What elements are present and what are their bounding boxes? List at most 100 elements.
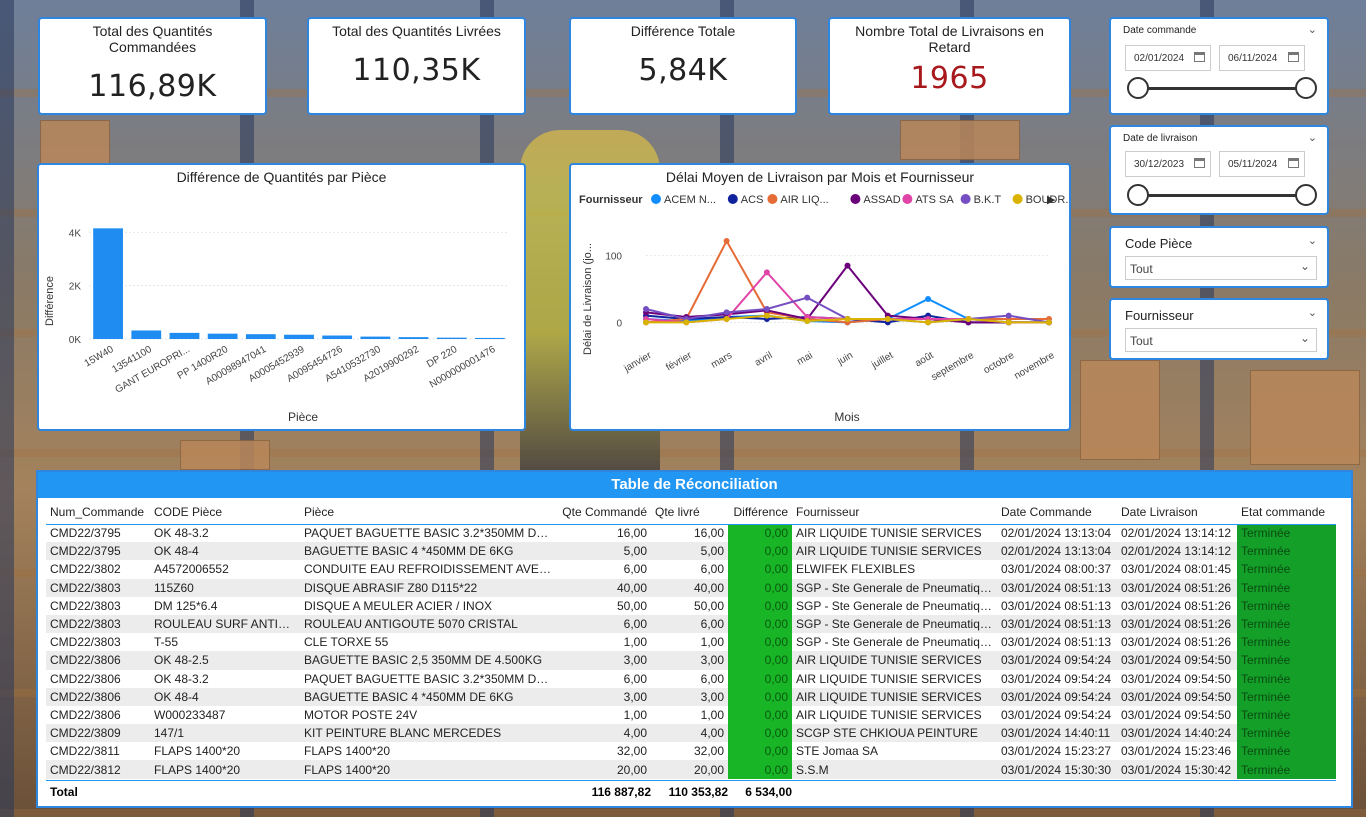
- date-slider-start-handle[interactable]: [1127, 77, 1149, 99]
- table-cell: 03/01/2024 08:51:26: [1117, 614, 1237, 634]
- table-cell: 5,00: [555, 542, 651, 561]
- table-cell: ELWIFEK FLEXIBLES: [796, 562, 916, 577]
- x-tick-label: N000000001476: [428, 344, 498, 391]
- column-header[interactable]: Etat commande: [1237, 500, 1336, 525]
- table-row[interactable]: CMD22/3803 DM 125*6.4 DISQUE A MEULER ACIE…: [46, 596, 1336, 615]
- reconciliation-table: Num_Commande CODE Pièce Pièce Qte Comman…: [46, 500, 1336, 779]
- table-cell: CMD22/3811: [50, 744, 120, 759]
- table-cell: Terminée: [1237, 560, 1336, 579]
- table-cell: CLE TORXE 55: [304, 635, 389, 650]
- data-point: [804, 318, 811, 324]
- legend-item: B.K.T: [974, 194, 1002, 206]
- table-row[interactable]: CMD22/3795 OK 48-4 BAGUETTE BASIC 4 *450MM…: [46, 542, 1336, 561]
- date-slider-start-handle[interactable]: [1127, 184, 1149, 206]
- table-cell: 6,00: [623, 562, 647, 577]
- legend-marker: [651, 194, 661, 204]
- y-tick-label: 4K: [69, 228, 82, 239]
- data-point: [643, 306, 649, 312]
- data-point: [723, 309, 730, 316]
- column-header[interactable]: Différence: [728, 500, 792, 525]
- date-slider-end-handle[interactable]: [1295, 77, 1317, 99]
- dropdown-value: Tout: [1130, 262, 1153, 276]
- chevron-down-icon[interactable]: ⌄: [1300, 331, 1310, 345]
- chevron-down-icon[interactable]: ⌄: [1308, 306, 1317, 319]
- date-to-input[interactable]: 06/11/2024: [1219, 45, 1305, 71]
- table-cell: 03/01/2024 08:51:13: [997, 578, 1117, 597]
- slicer-code-piece[interactable]: Code Pièce ⌄ Tout ⌄: [1109, 226, 1329, 288]
- slicer-fournisseur[interactable]: Fournisseur ⌄ Tout ⌄: [1109, 298, 1329, 360]
- bar: [131, 330, 162, 339]
- data-point: [1046, 319, 1052, 326]
- chevron-down-icon[interactable]: ⌄: [1300, 259, 1310, 273]
- bar: [322, 335, 353, 339]
- table-cell: 0,00: [728, 687, 792, 706]
- x-tick-label: février: [664, 350, 694, 374]
- table-cell: Terminée: [1237, 724, 1336, 743]
- date-slider-track[interactable]: [1137, 194, 1307, 197]
- column-header[interactable]: Date Commande: [997, 500, 1117, 525]
- chevron-down-icon[interactable]: ⌄: [1308, 234, 1317, 247]
- table-row[interactable]: CMD22/3806 OK 48-3.2 PAQUET BAGUETTE BASIC…: [46, 669, 1336, 688]
- calendar-icon[interactable]: [1288, 52, 1299, 62]
- table-row[interactable]: CMD22/3802 A4572006552 CONDUITE EAU REFROI…: [46, 560, 1336, 579]
- table-cell: 03/01/2024 08:51:13: [997, 614, 1117, 634]
- table-cell: SGP - Ste Generale de Pneumatique: [796, 598, 994, 613]
- table-cell: CMD22/3803: [50, 598, 121, 613]
- column-header[interactable]: CODE Pièce: [150, 500, 300, 525]
- table-row[interactable]: CMD22/3795 OK 48-3.2 PAQUET BAGUETTE BASIC…: [46, 524, 1336, 543]
- table-cell: CMD22/3803: [50, 635, 121, 650]
- date-slider-end-handle[interactable]: [1295, 184, 1317, 206]
- chevron-down-icon[interactable]: ⌄: [1308, 131, 1317, 144]
- table-row[interactable]: CMD22/3803 T-55 CLE TORXE 55 1,00 1,00 0,00 SG…: [46, 633, 1336, 652]
- table-cell: 0,00: [728, 742, 792, 761]
- table-cell: 03/01/2024 09:54:24: [997, 651, 1117, 670]
- table-cell: OK 48-3.2: [154, 671, 209, 686]
- table-row[interactable]: CMD22/3812 FLAPS 1400*20 FLAPS 1400*20 20,0…: [46, 760, 1336, 779]
- column-header[interactable]: Qte livré: [651, 500, 728, 525]
- calendar-icon[interactable]: [1288, 158, 1299, 168]
- table-row[interactable]: CMD22/3806 W000233487 MOTOR POSTE 24V 1,00 1…: [46, 705, 1336, 725]
- column-header[interactable]: Pièce: [300, 500, 555, 525]
- date-to-value: 06/11/2024: [1228, 53, 1278, 64]
- table-cell: Terminée: [1237, 524, 1336, 543]
- table-cell: CMD22/3802: [50, 562, 121, 577]
- code-piece-dropdown[interactable]: Tout ⌄: [1125, 256, 1317, 280]
- table-title: Table de Réconciliation: [38, 472, 1351, 498]
- data-point: [844, 262, 851, 269]
- date-from-input[interactable]: 30/12/2023: [1125, 151, 1211, 177]
- table-cell: 0,00: [728, 651, 792, 670]
- column-header[interactable]: Num_Commande: [46, 500, 150, 525]
- table-cell: AIR LIQUIDE TUNISIE SERVICES: [792, 651, 997, 670]
- table-row[interactable]: CMD22/3809 147/1 KIT PEINTURE BLANC MERCED…: [46, 724, 1336, 743]
- table-cell: AIR LIQUIDE TUNISIE SERVICES: [796, 526, 982, 541]
- table-row[interactable]: CMD22/3803 115Z60 DISQUE ABRASIF Z80 D115*…: [46, 578, 1336, 597]
- calendar-icon[interactable]: [1194, 158, 1205, 168]
- date-to-input[interactable]: 05/11/2024: [1219, 151, 1305, 177]
- column-header[interactable]: Fournisseur: [792, 500, 997, 525]
- table-row[interactable]: CMD22/3806 OK 48-4 BAGUETTE BASIC 4 *450MM…: [46, 687, 1336, 706]
- column-header[interactable]: Date Livraison: [1117, 500, 1237, 525]
- slicer-date-livraison[interactable]: Date de livraison ⌄ 30/12/2023 05/11/202…: [1109, 125, 1329, 215]
- background-box: [900, 120, 1020, 160]
- kpi-title: Total des Quantités Livrées: [332, 23, 501, 39]
- fournisseur-dropdown[interactable]: Tout ⌄: [1125, 328, 1317, 352]
- date-slider-track[interactable]: [1137, 87, 1307, 90]
- table-cell: 20,00: [555, 760, 651, 779]
- slicer-label: Date de livraison: [1123, 133, 1198, 144]
- column-header[interactable]: Qte Commandé: [555, 500, 651, 525]
- table-cell: CMD22/3803: [46, 578, 150, 597]
- kpi-value: 110,35K: [352, 53, 481, 88]
- y-axis-label: Différence: [44, 276, 56, 326]
- data-point: [643, 319, 649, 326]
- table-row[interactable]: CMD22/3806 OK 48-2.5 BAGUETTE BASIC 2,5 35…: [46, 651, 1336, 670]
- calendar-icon[interactable]: [1194, 52, 1205, 62]
- table-cell: 03/01/2024 09:54:50: [1121, 707, 1232, 722]
- date-from-input[interactable]: 02/01/2024: [1125, 45, 1211, 71]
- table-cell: DM 125*6.4: [154, 598, 218, 613]
- table-row[interactable]: CMD22/3811 FLAPS 1400*20 FLAPS 1400*20 32,0…: [46, 742, 1336, 761]
- chevron-down-icon[interactable]: ⌄: [1308, 23, 1317, 36]
- table-cell: BAGUETTE BASIC 4 *450MM DE 6KG: [300, 542, 555, 561]
- slicer-date-commande[interactable]: Date commande ⌄ 02/01/2024 06/11/2024: [1109, 17, 1329, 115]
- table-row[interactable]: CMD22/3803 ROULEAU SURF ANTIGO... ROULEAU …: [46, 614, 1336, 634]
- table-cell: 03/01/2024 08:51:26: [1121, 598, 1232, 613]
